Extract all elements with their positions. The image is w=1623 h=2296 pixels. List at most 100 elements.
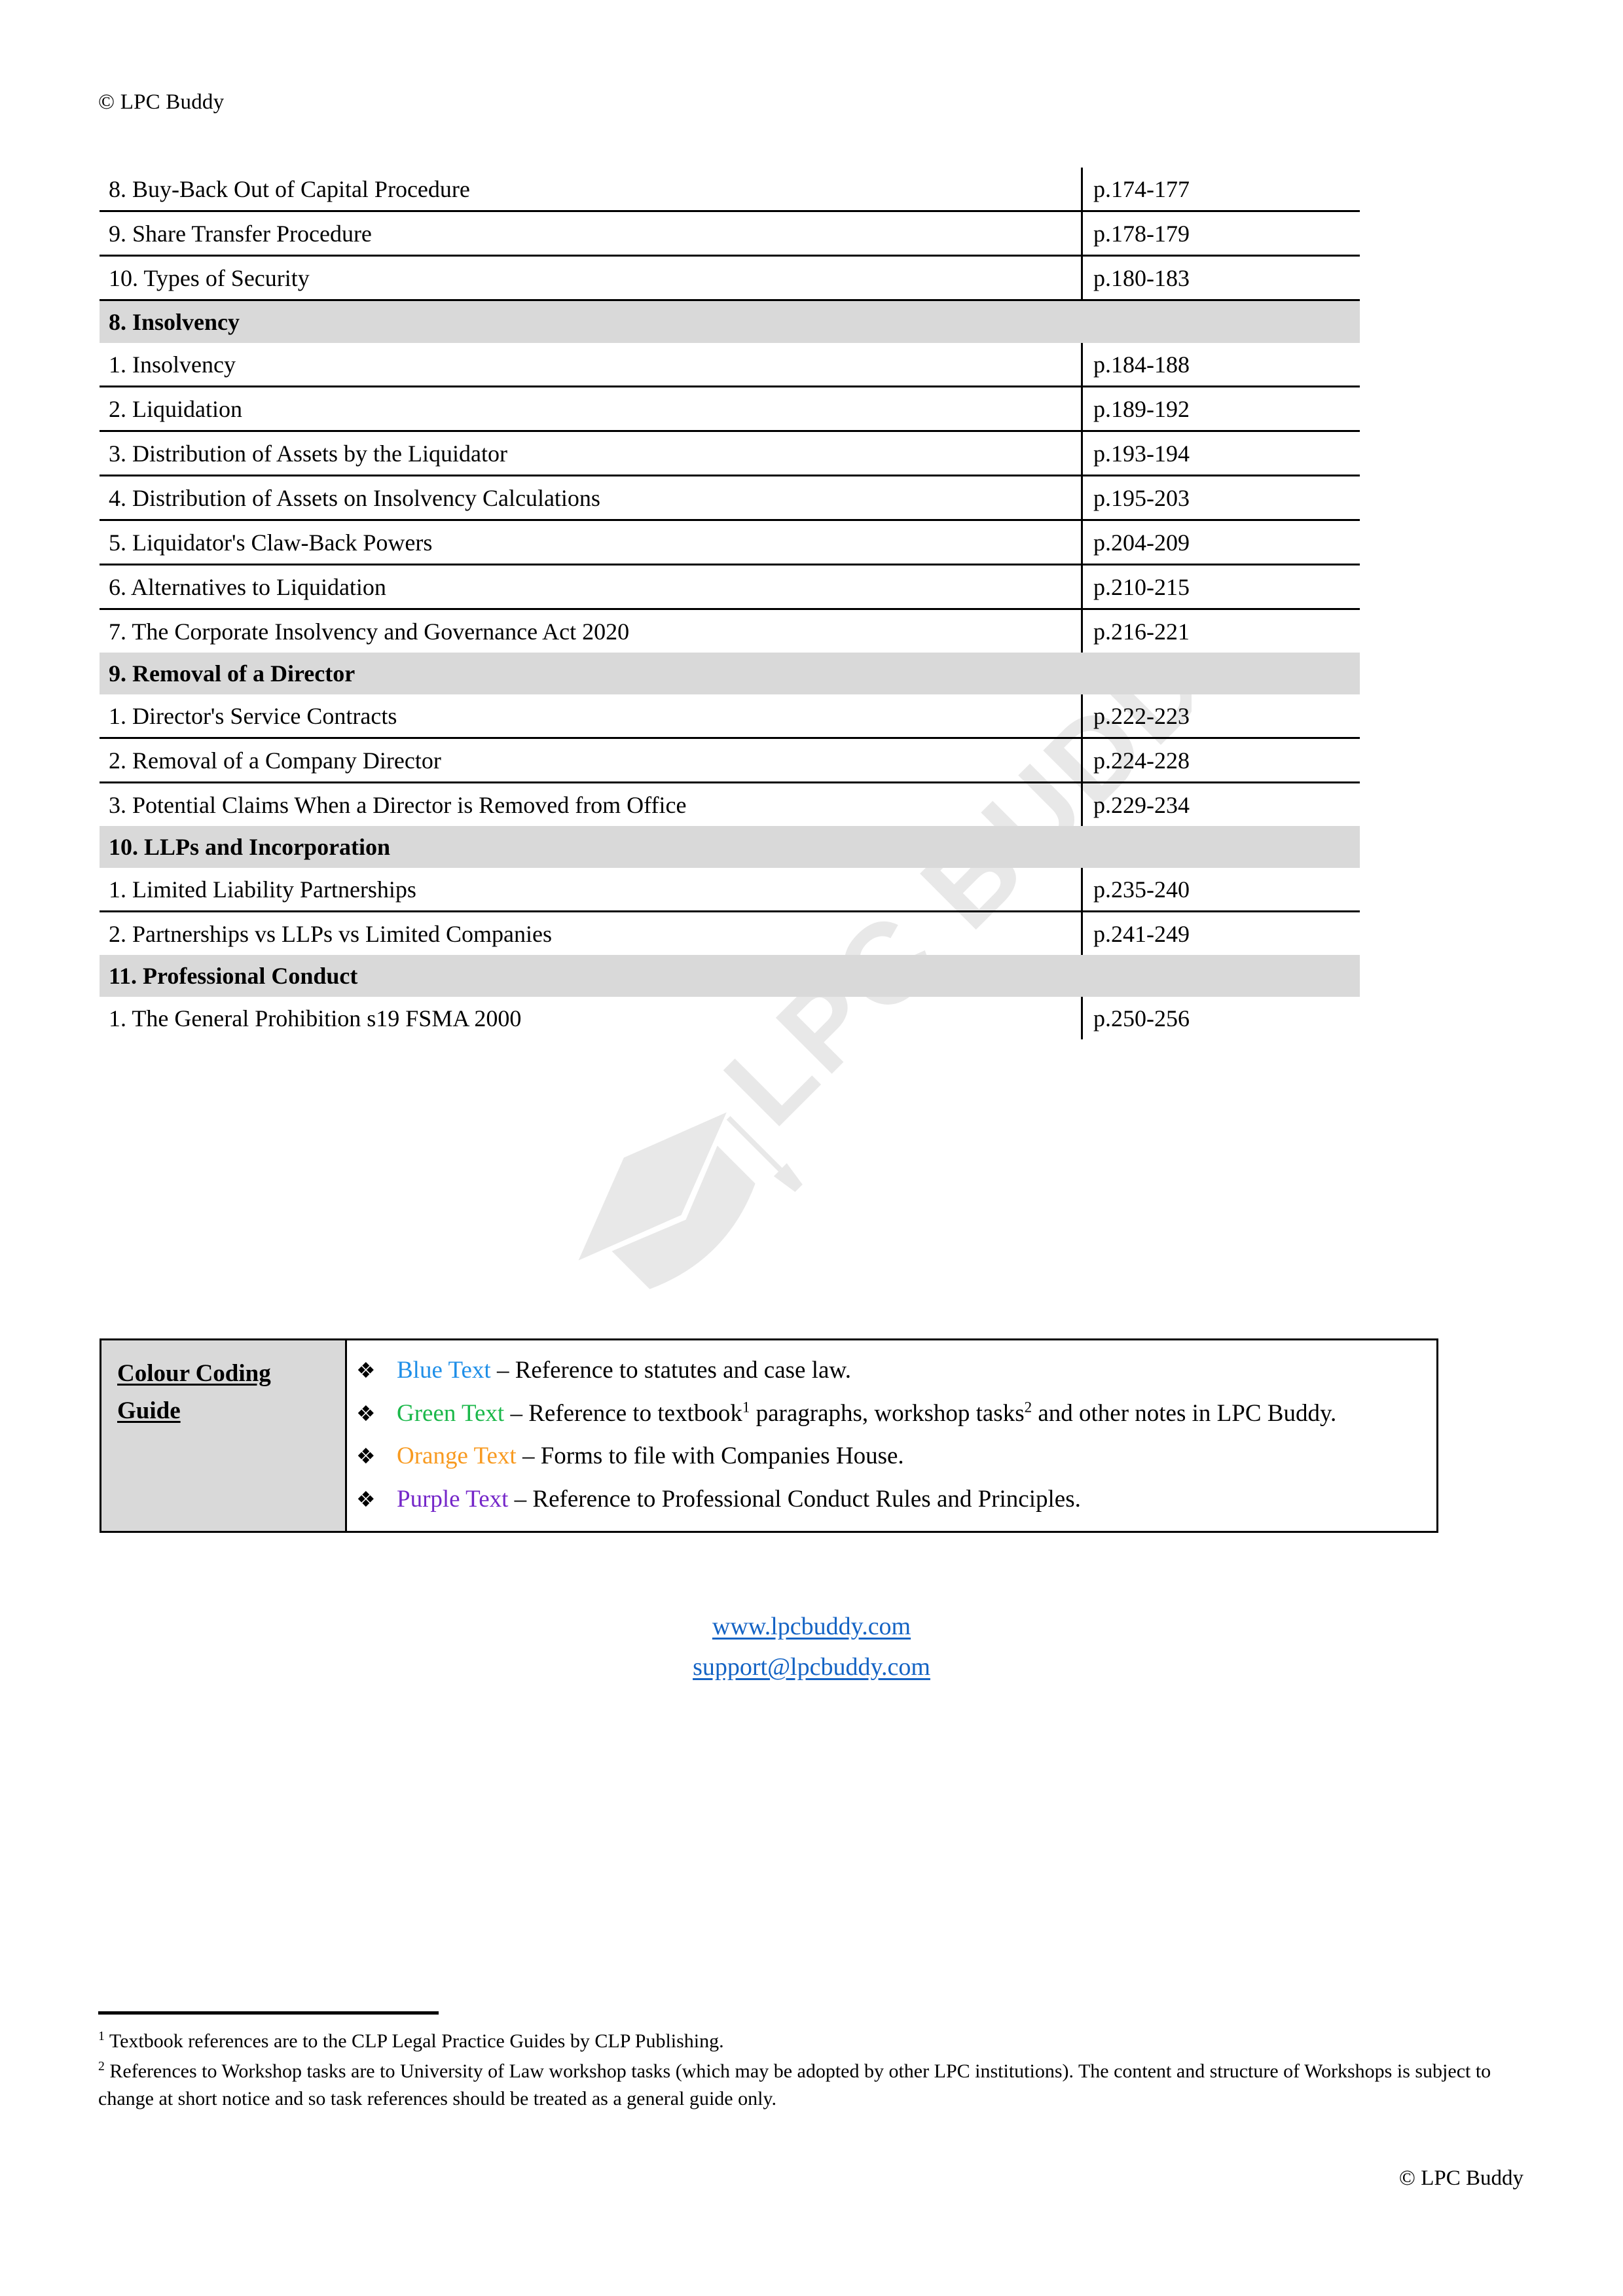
toc-section-title: 9. Removal of a Director <box>100 653 1360 694</box>
table-row[interactable]: 2. Liquidation p.189-192 <box>100 386 1360 432</box>
toc-section-header: 11. Professional Conduct <box>100 955 1360 997</box>
guide-entry-desc-part3: and other notes in LPC Buddy. <box>1032 1399 1337 1427</box>
toc-entry-pages: p.229-234 <box>1093 791 1190 818</box>
contact-links: www.lpcbuddy.com support@lpcbuddy.com <box>0 1607 1623 1687</box>
toc-entry-pages: p.195-203 <box>1082 475 1360 521</box>
toc-entry-pages: p.241-249 <box>1093 920 1190 947</box>
footnote-ref-2: 2 <box>1024 1399 1032 1416</box>
support-email-link[interactable]: support@lpcbuddy.com <box>0 1647 1623 1688</box>
footnote-ref-1: 1 <box>742 1399 750 1416</box>
website-link[interactable]: www.lpcbuddy.com <box>0 1607 1623 1647</box>
toc-entry-title: 1. The General Prohibition s19 FSMA 2000 <box>100 997 1083 1039</box>
toc-entry-pages: p.235-240 <box>1082 868 1360 912</box>
table-row[interactable]: 7. The Corporate Insolvency and Governan… <box>100 609 1360 653</box>
table-row[interactable]: 1. Limited Liability Partnerships p.235-… <box>100 868 1360 912</box>
toc-entry-title: 10. Types of Security <box>100 255 1083 301</box>
toc-entry-pages: p.250-256 <box>1093 1005 1190 1031</box>
footnotes: 1 Textbook references are to the CLP Leg… <box>98 2028 1522 2115</box>
list-item: ❖ Purple Text – Reference to Professiona… <box>347 1482 1419 1517</box>
toc-entry-title: 1. Insolvency <box>100 343 1083 387</box>
table-row[interactable]: 4. Distribution of Assets on Insolvency … <box>100 475 1360 521</box>
toc-entry-pages: p.222-223 <box>1082 694 1360 739</box>
toc-entry-pages: p.174-177 <box>1082 168 1360 212</box>
toc-entry-pages: p.193-194 <box>1082 431 1360 476</box>
toc-entry-pages: p.210-215 <box>1082 564 1360 610</box>
footnote-1: 1 Textbook references are to the CLP Leg… <box>98 2028 1522 2056</box>
toc-entry-pages: p.184-188 <box>1082 343 1360 387</box>
orange-text-label: Orange Text <box>397 1443 517 1470</box>
toc-entry-pages: p.178-179 <box>1082 211 1360 257</box>
colour-coding-guide-label: Colour Coding Guide <box>100 1339 347 1532</box>
toc-entry-title: 2. Removal of a Company Director <box>100 738 1083 783</box>
table-row[interactable]: 6. Alternatives to Liquidation p.210-215 <box>100 564 1360 610</box>
green-text-label: Green Text <box>397 1399 505 1427</box>
toc-entry-pages: p.180-183 <box>1082 255 1360 301</box>
blue-text-label: Blue Text <box>397 1357 491 1384</box>
diamond-bullet-icon: ❖ <box>356 1400 376 1426</box>
toc-entry-pages: p.216-221 <box>1093 618 1190 645</box>
page-header-copyright: © LPC Buddy <box>98 90 225 114</box>
toc-entry-title: 1. Director's Service Contracts <box>100 694 1083 739</box>
toc-entry-title: 2. Partnerships vs LLPs vs Limited Compa… <box>100 911 1083 955</box>
footnote-1-marker: 1 <box>98 2029 105 2043</box>
toc-entry-pages: p.204-209 <box>1082 520 1360 565</box>
list-item: ❖ Orange Text – Forms to file with Compa… <box>347 1439 1419 1474</box>
toc-section-header: 9. Removal of a Director <box>100 653 1360 694</box>
footnote-2-text: References to Workshop tasks are to Univ… <box>98 2060 1491 2110</box>
toc-entry-pages: p.189-192 <box>1082 386 1360 432</box>
footnote-2-marker: 2 <box>98 2058 105 2073</box>
toc-entry-title: 1. Limited Liability Partnerships <box>100 868 1083 912</box>
guide-entry-text: Blue Text – Reference to statutes and ca… <box>397 1354 1419 1388</box>
table-row[interactable]: 2. Partnerships vs LLPs vs Limited Compa… <box>100 911 1360 955</box>
toc-entry-title: 6. Alternatives to Liquidation <box>100 564 1083 610</box>
table-row[interactable]: 1. Director's Service Contracts p.222-22… <box>100 694 1360 739</box>
toc-section-header: 8. Insolvency <box>100 300 1360 343</box>
table-row[interactable]: 3. Distribution of Assets by the Liquida… <box>100 431 1360 476</box>
table-row[interactable]: 1. The General Prohibition s19 FSMA 2000… <box>100 997 1360 1039</box>
page-footer-copyright: © LPC Buddy <box>1398 2166 1523 2190</box>
guide-entry-text: Orange Text – Forms to file with Compani… <box>397 1439 1419 1474</box>
table-row[interactable]: 1. Insolvency p.184-188 <box>100 343 1360 387</box>
toc-entry-title: 9. Share Transfer Procedure <box>100 211 1083 257</box>
guide-entry-text: Green Text – Reference to textbook1 para… <box>397 1397 1419 1431</box>
toc-body: 8. Buy-Back Out of Capital Procedure p.1… <box>100 168 1360 1039</box>
diamond-bullet-icon: ❖ <box>356 1443 376 1469</box>
toc-entry-title: 5. Liquidator's Claw-Back Powers <box>100 520 1083 565</box>
purple-text-label: Purple Text <box>397 1485 509 1513</box>
toc-section-title: 11. Professional Conduct <box>100 955 1360 997</box>
guide-entry-description: – Forms to file with Companies House. <box>516 1443 904 1470</box>
footnote-separator <box>98 2011 439 2015</box>
list-item: ❖ Green Text – Reference to textbook1 pa… <box>347 1397 1419 1431</box>
document-page: LPC BUDDY © LPC Buddy 8. Buy-Back Out of… <box>0 0 1623 2296</box>
table-row[interactable]: 2. Removal of a Company Director p.224-2… <box>100 738 1360 783</box>
table-row[interactable]: 10. Types of Security p.180-183 <box>100 255 1360 301</box>
guide-entry-description: – Reference to Professional Conduct Rule… <box>508 1485 1081 1513</box>
table-row[interactable]: 5. Liquidator's Claw-Back Powers p.204-2… <box>100 520 1360 565</box>
table-row[interactable]: 3. Potential Claims When a Director is R… <box>100 782 1360 826</box>
table-row[interactable]: 9. Share Transfer Procedure p.178-179 <box>100 211 1360 257</box>
toc-section-title: 8. Insolvency <box>100 300 1360 343</box>
toc-section-header: 10. LLPs and Incorporation <box>100 826 1360 868</box>
toc-entry-title: 4. Distribution of Assets on Insolvency … <box>100 475 1083 521</box>
table-of-contents: 8. Buy-Back Out of Capital Procedure p.1… <box>100 168 1360 1039</box>
guide-label-line1: Colour Coding <box>117 1360 271 1387</box>
diamond-bullet-icon: ❖ <box>356 1357 376 1383</box>
footnote-1-text: Textbook references are to the CLP Legal… <box>104 2030 724 2052</box>
colour-coding-guide-entries: ❖ Blue Text – Reference to statutes and … <box>346 1340 1438 1532</box>
colour-coding-guide: Colour Coding Guide ❖ Blue Text – Refere… <box>100 1338 1438 1534</box>
guide-entry-desc-part1: – Reference to textbook <box>504 1399 742 1427</box>
toc-entry-pages: p.224-228 <box>1082 738 1360 783</box>
toc-entry-title: 3. Distribution of Assets by the Liquida… <box>100 431 1083 476</box>
toc-entry-title: 7. The Corporate Insolvency and Governan… <box>100 609 1083 653</box>
table-row[interactable]: 8. Buy-Back Out of Capital Procedure p.1… <box>100 168 1360 212</box>
toc-entry-title: 8. Buy-Back Out of Capital Procedure <box>100 168 1083 212</box>
guide-entry-text: Purple Text – Reference to Professional … <box>397 1482 1419 1517</box>
toc-entry-title: 2. Liquidation <box>100 386 1083 432</box>
guide-label-line2: Guide <box>117 1397 181 1425</box>
guide-entry-desc-part2: paragraphs, workshop tasks <box>750 1399 1025 1427</box>
list-item: ❖ Blue Text – Reference to statutes and … <box>347 1354 1419 1388</box>
footnote-2: 2 References to Workshop tasks are to Un… <box>98 2058 1522 2113</box>
toc-entry-title: 3. Potential Claims When a Director is R… <box>100 782 1083 826</box>
guide-entry-description: – Reference to statutes and case law. <box>490 1357 851 1384</box>
graduation-cap-icon <box>578 1112 803 1289</box>
